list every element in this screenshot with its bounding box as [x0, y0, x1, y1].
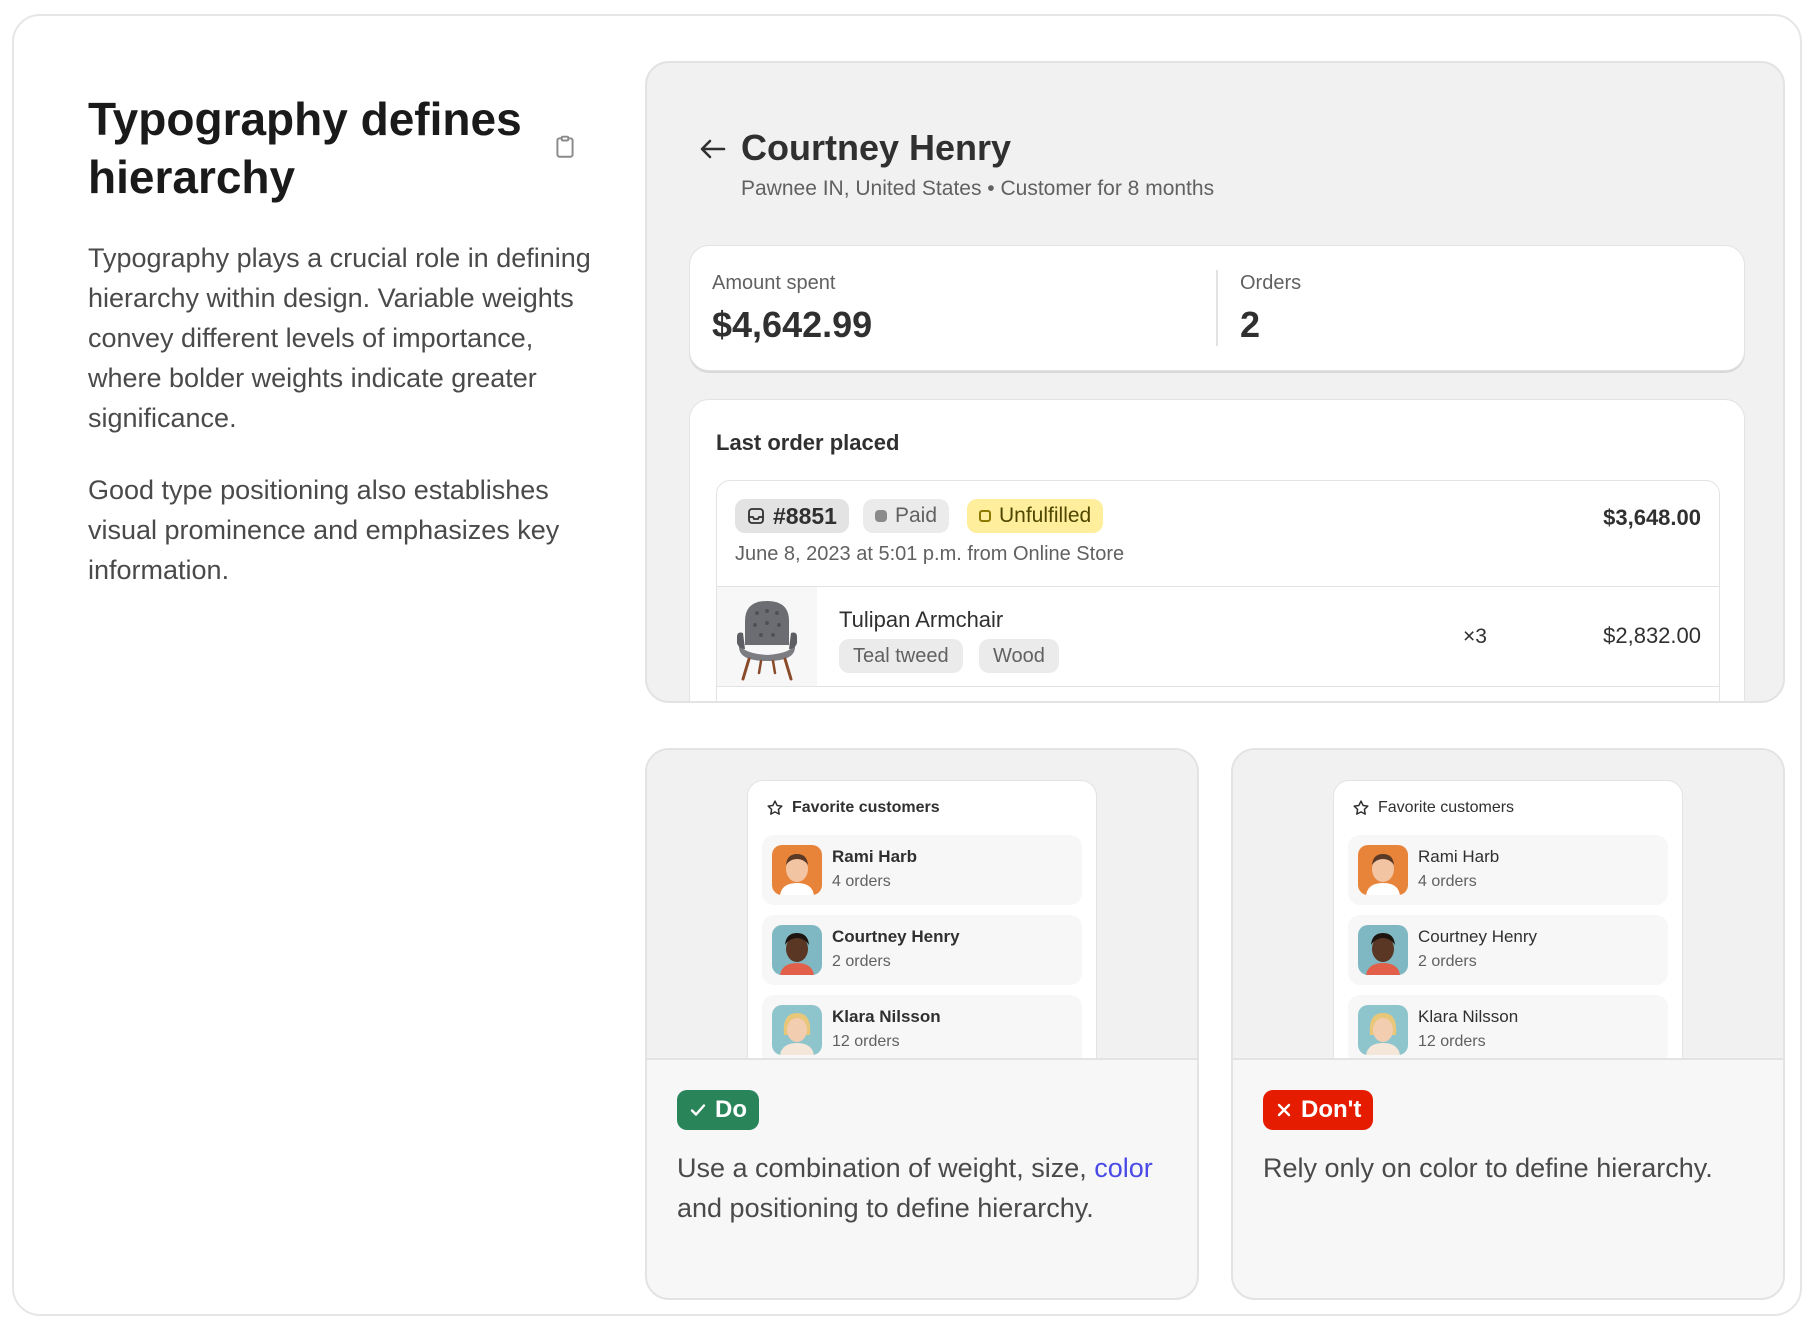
customer-name: Courtney Henry — [741, 127, 1012, 168]
customer-name: Rami Harb — [1418, 847, 1500, 866]
back-arrow-icon[interactable] — [699, 137, 727, 161]
unfulfilled-dot-icon — [979, 510, 991, 522]
favorite-customers-title: Favorite customers — [1378, 799, 1515, 816]
customer-name: Courtney Henry — [1418, 927, 1538, 946]
star-icon — [767, 800, 783, 815]
order-number: #8851 — [773, 502, 837, 529]
customer-orders: 4 orders — [1418, 873, 1477, 890]
item-tag-color: Teal tweed — [839, 639, 963, 673]
do-example-preview: Favorite customers Rami Harb 4 orders Co… — [647, 750, 1197, 1060]
positioning-paragraph: Good type positioning also establishes v… — [88, 475, 560, 585]
order-icon — [748, 508, 764, 524]
order-header: #8851 Paid Unfulfilled $3,648.00 June 8,… — [717, 481, 1719, 587]
customer-row[interactable]: Klara Nilsson 12 orders — [1348, 995, 1668, 1058]
line-item[interactable]: Tulipan Armchair Teal tweed Wood ×3 $2,8… — [717, 587, 1719, 687]
do-text-before: Use a combination of weight, size, — [677, 1153, 1095, 1183]
customer-row[interactable]: Courtney Henry 2 orders — [762, 915, 1082, 985]
close-icon — [1277, 1103, 1291, 1117]
amount-spent-value: $4,642.99 — [712, 304, 873, 345]
payment-status-text: Paid — [895, 504, 938, 527]
customer-name: Rami Harb — [832, 847, 918, 866]
customer-row[interactable]: Courtney Henry 2 orders — [1348, 915, 1668, 985]
armchair-image — [737, 601, 797, 681]
guideline-card: Typography defines hierarchy Typography … — [12, 14, 1802, 1316]
favorite-customers-header: Favorite customers — [766, 799, 940, 817]
intro-paragraph: Typography plays a crucial role in defin… — [88, 243, 591, 433]
customer-name: Courtney Henry — [832, 927, 960, 946]
orders-value: 2 — [1240, 304, 1261, 345]
customer-orders: 2 orders — [1418, 953, 1477, 970]
fulfillment-status-badge: Unfulfilled — [967, 499, 1104, 533]
order-date: June 8, 2023 at 5:01 p.m. from Online St… — [735, 543, 1125, 565]
guideline-text-column: Typography defines hierarchy Typography … — [88, 90, 608, 590]
do-badge: Do — [677, 1090, 759, 1130]
order-total: $3,648.00 — [1603, 505, 1701, 530]
customer-orders: 2 orders — [832, 953, 891, 970]
dont-example-card: Favorite customers Rami Harb 4 orders Co… — [1231, 748, 1785, 1300]
amount-spent-label: Amount spent — [712, 272, 836, 294]
color-link[interactable]: color — [1094, 1153, 1153, 1183]
payment-status-badge: Paid — [863, 499, 950, 533]
customer-row[interactable]: Rami Harb 4 orders — [1348, 835, 1668, 905]
item-name[interactable]: Tulipan Armchair — [839, 607, 1003, 633]
dont-badge: Don't — [1263, 1090, 1374, 1130]
customer-name: Klara Nilsson — [832, 1007, 941, 1026]
fulfillment-status-text: Unfulfilled — [999, 504, 1092, 527]
do-text-after: and positioning to define hierarchy. — [677, 1193, 1094, 1223]
order-number-badge[interactable]: #8851 — [735, 499, 849, 533]
item-tag-material: Wood — [979, 639, 1059, 673]
do-badge-label: Do — [715, 1096, 747, 1123]
stats-divider — [1216, 270, 1218, 346]
customer-orders: 4 orders — [832, 873, 891, 890]
star-icon — [1353, 800, 1369, 815]
customer-orders: 12 orders — [1418, 1033, 1486, 1050]
last-order-card: Last order placed #8851 Paid Unfulfilled… — [689, 399, 1745, 701]
checkmark-icon — [690, 1104, 706, 1116]
orders-label: Orders — [1240, 272, 1302, 294]
avatar — [1358, 925, 1408, 975]
dont-badge-label: Don't — [1301, 1096, 1362, 1123]
favorite-customers-card: Favorite customers Rami Harb 4 orders Co… — [747, 780, 1097, 1058]
paid-dot-icon — [875, 510, 887, 522]
do-example-card: Favorite customers Rami Harb 4 orders Co… — [645, 748, 1199, 1300]
customer-row[interactable]: Rami Harb 4 orders — [762, 835, 1082, 905]
dont-example-preview: Favorite customers Rami Harb 4 orders Co… — [1233, 750, 1783, 1060]
item-quantity: ×3 — [1463, 625, 1487, 648]
armchair-thumbnail — [717, 587, 817, 686]
customer-row[interactable]: Klara Nilsson 12 orders — [762, 995, 1082, 1058]
avatar — [772, 1005, 822, 1055]
customer-demo-panel: Courtney Henry Pawnee IN, United States … — [645, 61, 1785, 703]
order-summary[interactable]: #8851 Paid Unfulfilled $3,648.00 June 8,… — [716, 480, 1720, 701]
avatar — [772, 845, 822, 895]
favorite-customers-card: Favorite customers Rami Harb 4 orders Co… — [1333, 780, 1683, 1058]
favorite-customers-title: Favorite customers — [792, 799, 940, 816]
customer-name: Klara Nilsson — [1418, 1007, 1519, 1026]
avatar — [772, 925, 822, 975]
section-title: Typography defines hierarchy — [88, 93, 522, 203]
stats-card: Amount spent $4,642.99 Orders 2 — [689, 245, 1745, 371]
clipboard-icon[interactable] — [552, 134, 578, 160]
dont-description: Rely only on color to define hierarchy. — [1263, 1153, 1713, 1183]
avatar — [1358, 845, 1408, 895]
last-order-heading: Last order placed — [716, 430, 900, 455]
favorite-customers-header: Favorite customers — [1352, 799, 1514, 817]
avatar — [1358, 1005, 1408, 1055]
customer-orders: 12 orders — [832, 1033, 900, 1050]
do-description: Use a combination of weight, size, color… — [677, 1148, 1177, 1228]
customer-meta: Pawnee IN, United States • Customer for … — [741, 177, 1215, 200]
item-price: $2,832.00 — [1603, 623, 1701, 648]
